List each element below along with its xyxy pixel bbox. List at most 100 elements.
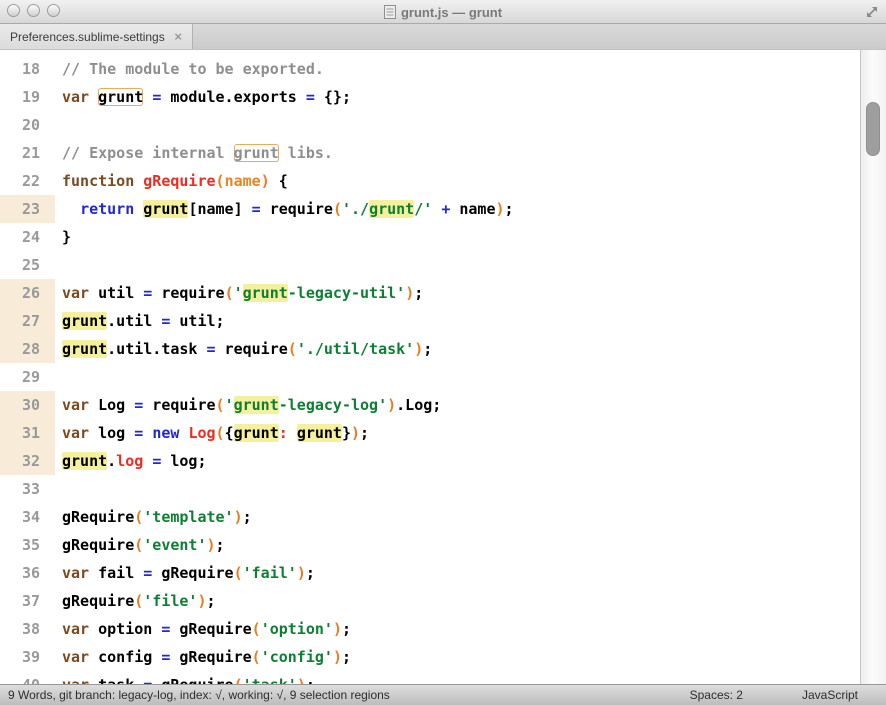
line-number[interactable]: 21 bbox=[0, 139, 55, 167]
token: 'task' bbox=[243, 676, 297, 684]
token: util; bbox=[170, 312, 225, 330]
code-text: var Log = require('grunt-legacy-log').Lo… bbox=[55, 391, 441, 419]
code-line[interactable]: 19 var grunt = module.exports = {}; bbox=[0, 83, 886, 111]
indent-setting[interactable]: Spaces: 2 bbox=[690, 688, 743, 702]
line-number[interactable]: 34 bbox=[0, 503, 55, 531]
token: option bbox=[98, 620, 162, 638]
token: util bbox=[98, 284, 144, 302]
token: ) bbox=[332, 620, 342, 638]
code-line[interactable]: 34 gRequire('template'); bbox=[0, 503, 886, 531]
code-line[interactable]: 38 var option = gRequire('option'); bbox=[0, 615, 886, 643]
line-number[interactable]: 23 bbox=[0, 195, 55, 223]
token: var bbox=[62, 88, 99, 106]
token: Log bbox=[188, 424, 216, 442]
line-number[interactable]: 31 bbox=[0, 419, 55, 447]
line-number[interactable]: 29 bbox=[0, 363, 55, 391]
scrollbar-thumb[interactable] bbox=[866, 102, 880, 156]
code-line[interactable]: 26 var util = require('grunt-legacy-util'… bbox=[0, 279, 886, 307]
token: = bbox=[251, 200, 261, 218]
line-number[interactable]: 37 bbox=[0, 587, 55, 615]
token: {}; bbox=[314, 88, 351, 106]
code-line[interactable]: 27 grunt.util = util; bbox=[0, 307, 886, 335]
code-line[interactable]: 30 var Log = require('grunt-legacy-log').… bbox=[0, 391, 886, 419]
code-editor[interactable]: 18// The module to be exported. 19 var gru… bbox=[0, 50, 886, 684]
line-number[interactable]: 20 bbox=[0, 111, 55, 139]
line-number[interactable]: 36 bbox=[0, 559, 55, 587]
selected-match: grunt bbox=[369, 200, 415, 218]
code-text: return grunt[name] = require('./grunt/' … bbox=[55, 195, 514, 223]
token: gRequire bbox=[62, 536, 135, 554]
line-number[interactable]: 22 bbox=[0, 167, 55, 195]
token: = bbox=[143, 676, 152, 684]
line-number[interactable]: 26 bbox=[0, 279, 55, 307]
tab-preferences-sublime-settings[interactable]: Preferences.sublime-settings × bbox=[0, 24, 193, 49]
line-number[interactable]: 27 bbox=[0, 307, 55, 335]
tab-bar: Preferences.sublime-settings × bbox=[0, 24, 886, 50]
title-bar: grunt.js — grunt bbox=[0, 0, 886, 24]
token: function bbox=[62, 172, 144, 190]
token: ( bbox=[134, 592, 144, 610]
token: ) bbox=[405, 284, 415, 302]
line-number[interactable]: 30 bbox=[0, 391, 55, 419]
line-number[interactable]: 28 bbox=[0, 335, 55, 363]
token: + bbox=[441, 200, 451, 218]
token: './ bbox=[341, 200, 370, 218]
code-line[interactable]: 32 grunt.log = log; bbox=[0, 447, 886, 475]
token: 'event' bbox=[143, 536, 207, 554]
line-number[interactable]: 18 bbox=[0, 55, 55, 83]
tab-close-icon[interactable]: × bbox=[174, 29, 182, 44]
code-line[interactable]: 36 var fail = gRequire('fail'); bbox=[0, 559, 886, 587]
token: } bbox=[62, 228, 72, 246]
code-text: grunt.util = util; bbox=[55, 307, 225, 335]
line-number[interactable]: 40 bbox=[0, 671, 55, 684]
code-line[interactable]: 35 gRequire('event'); bbox=[0, 531, 886, 559]
code-line[interactable]: 37 gRequire('file'); bbox=[0, 587, 886, 615]
token: = bbox=[152, 452, 162, 470]
vertical-scrollbar[interactable] bbox=[860, 50, 886, 684]
code-line[interactable]: 18 // The module to be exported. bbox=[0, 55, 886, 83]
code-line[interactable]: 22 function gRequire(name) { bbox=[0, 167, 886, 195]
line-number[interactable]: 19 bbox=[0, 83, 55, 111]
document-icon bbox=[383, 5, 396, 19]
code-lines: 18// The module to be exported. 19 var gru… bbox=[0, 50, 886, 684]
syntax-selector[interactable]: JavaScript bbox=[802, 688, 858, 702]
token: 'fail' bbox=[242, 564, 297, 582]
token: = bbox=[134, 424, 144, 442]
token: ( bbox=[332, 200, 342, 218]
token: var bbox=[62, 396, 99, 414]
code-line[interactable]: 28 grunt.util.task = require('./util/task… bbox=[0, 335, 886, 363]
code-line[interactable]: 24} bbox=[0, 223, 886, 251]
token: require bbox=[260, 200, 333, 218]
code-line[interactable]: 25 bbox=[0, 251, 886, 279]
line-number[interactable]: 25 bbox=[0, 251, 55, 279]
token: 'file' bbox=[143, 592, 198, 610]
token: ' bbox=[233, 284, 243, 302]
token: task bbox=[98, 676, 143, 684]
code-line[interactable]: 40var task = gRequire('task'); bbox=[0, 671, 886, 684]
code-line[interactable]: 33 bbox=[0, 475, 886, 503]
code-line[interactable]: 21// Expose internal grunt libs. bbox=[0, 139, 886, 167]
code-line[interactable]: 39 var config = gRequire('config'); bbox=[0, 643, 886, 671]
code-line[interactable]: 23 return grunt[name] = require('./grunt… bbox=[0, 195, 886, 223]
token: = bbox=[143, 284, 153, 302]
token: ( bbox=[134, 508, 144, 526]
line-number[interactable]: 32 bbox=[0, 447, 55, 475]
code-line[interactable]: 31 var log = new Log({grunt: grunt}); bbox=[0, 419, 886, 447]
token: log bbox=[98, 424, 135, 442]
expand-diagonal-arrows-icon[interactable] bbox=[865, 5, 879, 19]
code-line[interactable]: 20 bbox=[0, 111, 886, 139]
line-number[interactable]: 35 bbox=[0, 531, 55, 559]
line-number[interactable]: 24 bbox=[0, 223, 55, 251]
line-number[interactable]: 38 bbox=[0, 615, 55, 643]
token: 'config' bbox=[260, 648, 333, 666]
selected-match: grunt bbox=[62, 340, 108, 358]
code-line[interactable]: 29 bbox=[0, 363, 886, 391]
line-number[interactable]: 33 bbox=[0, 475, 55, 503]
line-number[interactable]: 39 bbox=[0, 643, 55, 671]
token: ; bbox=[306, 676, 315, 684]
token: var bbox=[62, 424, 99, 442]
token: fail bbox=[98, 564, 144, 582]
code-text: var fail = gRequire('fail'); bbox=[55, 559, 315, 587]
